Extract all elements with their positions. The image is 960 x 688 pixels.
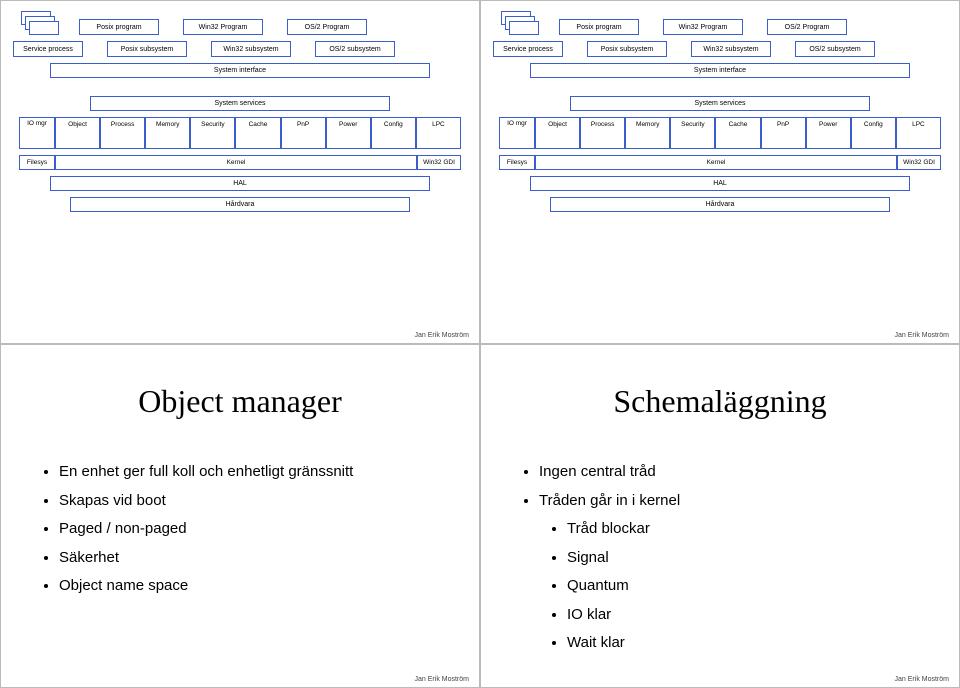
win32-gdi: Win32 GDI — [417, 155, 461, 170]
mgr-power: Power — [806, 117, 851, 149]
arch-diagram: Posix program Win32 Program OS/2 Program… — [499, 11, 941, 212]
os2-subsystem: OS/2 subsystem — [795, 41, 875, 57]
mgr-cache: Cache — [235, 117, 280, 149]
stacked-processes-icon — [21, 11, 55, 35]
mgr-memory: Memory — [145, 117, 190, 149]
mgr-process: Process — [580, 117, 625, 149]
bullet: Ingen central tråd — [539, 458, 941, 487]
mgr-memory: Memory — [625, 117, 670, 149]
sub-bullet: Wait klar — [567, 629, 941, 658]
slide-arch-right: Posix program Win32 Program OS/2 Program… — [480, 0, 960, 344]
os2-program: OS/2 Program — [767, 19, 847, 35]
managers-row: IO mgr Object Process Memory Security Ca… — [499, 117, 941, 149]
mgr-config: Config — [371, 117, 416, 149]
bullet: Paged / non-paged — [59, 515, 461, 544]
io-mgr: IO mgr — [19, 117, 55, 149]
mgr-lpc: LPC — [896, 117, 941, 149]
hal: HAL — [50, 176, 430, 191]
managers-row: IO mgr Object Process Memory Security Ca… — [19, 117, 461, 149]
filesys: Filesys — [19, 155, 55, 170]
bullet: Object name space — [59, 572, 461, 601]
mgr-pnp: PnP — [281, 117, 326, 149]
system-services: System services — [90, 96, 390, 111]
win32-program: Win32 Program — [183, 19, 263, 35]
mgr-object: Object — [55, 117, 100, 149]
system-services: System services — [570, 96, 870, 111]
posix-subsystem: Posix subsystem — [107, 41, 187, 57]
bullet: Skapas vid boot — [59, 487, 461, 516]
os2-subsystem: OS/2 subsystem — [315, 41, 395, 57]
kernel: Kernel — [535, 155, 897, 170]
system-interface: System interface — [530, 63, 910, 78]
slide-footer: Jan Erik Moström — [895, 332, 949, 339]
mgr-lpc: LPC — [416, 117, 461, 149]
kernel-row: Filesys Kernel Win32 GDI — [19, 155, 461, 170]
mgr-cache: Cache — [715, 117, 760, 149]
sub-bullet: Signal — [567, 544, 941, 573]
mgr-config: Config — [851, 117, 896, 149]
io-mgr: IO mgr — [499, 117, 535, 149]
slide-footer: Jan Erik Moström — [415, 676, 469, 683]
win32-gdi: Win32 GDI — [897, 155, 941, 170]
bullet-text: Tråden går in i kernel — [539, 492, 680, 509]
slide-footer: Jan Erik Moström — [415, 332, 469, 339]
bullet: Säkerhet — [59, 544, 461, 573]
service-process: Service process — [493, 41, 563, 57]
bullet-list: En enhet ger full koll och enhetligt grä… — [19, 458, 461, 601]
mgr-process: Process — [100, 117, 145, 149]
kernel-row: Filesys Kernel Win32 GDI — [499, 155, 941, 170]
bullet: En enhet ger full koll och enhetligt grä… — [59, 458, 461, 487]
kernel: Kernel — [55, 155, 417, 170]
mgr-security: Security — [190, 117, 235, 149]
system-interface: System interface — [50, 63, 430, 78]
mgr-power: Power — [326, 117, 371, 149]
win32-subsystem: Win32 subsystem — [211, 41, 291, 57]
bullet-list: Ingen central tråd Tråden går in i kerne… — [499, 458, 941, 658]
os2-program: OS/2 Program — [287, 19, 367, 35]
bullet: Tråden går in i kernel Tråd blockar Sign… — [539, 487, 941, 658]
slide-title: Schemaläggning — [499, 383, 941, 420]
filesys: Filesys — [499, 155, 535, 170]
posix-program: Posix program — [559, 19, 639, 35]
hardware: Hårdvara — [70, 197, 410, 212]
sub-bullet: Tråd blockar — [567, 515, 941, 544]
stacked-processes-icon — [501, 11, 535, 35]
arch-diagram: Posix program Win32 Program OS/2 Program… — [19, 11, 461, 212]
slide-footer: Jan Erik Moström — [895, 676, 949, 683]
posix-program: Posix program — [79, 19, 159, 35]
mgr-object: Object — [535, 117, 580, 149]
win32-program: Win32 Program — [663, 19, 743, 35]
slide-arch-left: Posix program Win32 Program OS/2 Program… — [0, 0, 480, 344]
mgr-security: Security — [670, 117, 715, 149]
sub-bullet: Quantum — [567, 572, 941, 601]
slide-title: Object manager — [19, 383, 461, 420]
hal: HAL — [530, 176, 910, 191]
mgr-pnp: PnP — [761, 117, 806, 149]
slide-scheduling: Schemaläggning Ingen central tråd Tråden… — [480, 344, 960, 688]
sub-bullet-list: Tråd blockar Signal Quantum IO klar Wait… — [539, 515, 941, 658]
slide-object-manager: Object manager En enhet ger full koll oc… — [0, 344, 480, 688]
win32-subsystem: Win32 subsystem — [691, 41, 771, 57]
posix-subsystem: Posix subsystem — [587, 41, 667, 57]
service-process: Service process — [13, 41, 83, 57]
sub-bullet: IO klar — [567, 601, 941, 630]
hardware: Hårdvara — [550, 197, 890, 212]
